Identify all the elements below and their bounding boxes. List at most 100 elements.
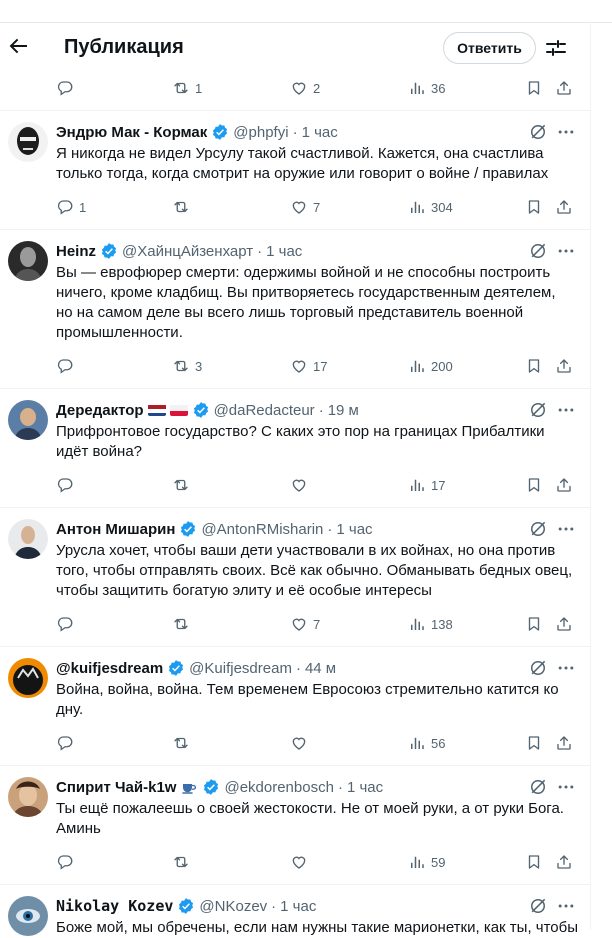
avatar[interactable] xyxy=(8,400,48,440)
author-name[interactable]: Heinz xyxy=(56,243,96,260)
author-name[interactable]: Спирит Чай-k1w xyxy=(56,779,176,796)
author-handle[interactable]: @ХайнцАйзенхарт xyxy=(122,243,253,260)
like-action[interactable]: 7 xyxy=(290,612,320,636)
share-action[interactable] xyxy=(555,195,573,219)
divider xyxy=(0,110,590,111)
reply-action[interactable] xyxy=(56,731,79,755)
share-action[interactable] xyxy=(555,612,573,636)
author-handle[interactable]: @Kuifjesdream xyxy=(189,660,292,677)
repost-action[interactable] xyxy=(172,612,195,636)
bookmark-action[interactable] xyxy=(525,76,543,100)
back-arrow-icon[interactable] xyxy=(6,34,30,58)
reply-action[interactable] xyxy=(56,354,79,378)
reply-button[interactable]: Ответить xyxy=(443,32,536,64)
views-action[interactable]: 304 xyxy=(408,195,453,219)
grok-icon[interactable] xyxy=(528,122,548,142)
more-icon[interactable] xyxy=(556,777,576,797)
repost-icon xyxy=(174,737,188,749)
repost-action[interactable] xyxy=(172,731,195,755)
like-action[interactable] xyxy=(290,731,313,755)
reply-action[interactable] xyxy=(56,850,79,874)
author-name[interactable]: Эндрю Мак - Кормак xyxy=(56,124,207,141)
views-action[interactable]: 138 xyxy=(408,612,453,636)
bookmark-action[interactable] xyxy=(525,731,543,755)
views-action[interactable]: 36 xyxy=(408,76,445,100)
repost-icon xyxy=(174,82,188,94)
grok-icon[interactable] xyxy=(528,241,548,261)
bookmark-action[interactable] xyxy=(525,850,543,874)
more-icon[interactable] xyxy=(556,658,576,678)
bookmark-action[interactable] xyxy=(525,473,543,497)
author-name[interactable]: Nikolay Kozev xyxy=(56,897,173,915)
more-icon[interactable] xyxy=(556,122,576,142)
avatar[interactable] xyxy=(8,658,48,698)
share-action[interactable] xyxy=(555,731,573,755)
author-name[interactable]: Антон Мишарин xyxy=(56,521,175,538)
author-name[interactable]: Дередактор xyxy=(56,402,144,419)
share-action[interactable] xyxy=(555,473,573,497)
grok-icon[interactable] xyxy=(528,777,548,797)
repost-action[interactable]: 3 xyxy=(172,354,202,378)
author-handle[interactable]: @phpfyi xyxy=(233,124,288,141)
repost-action[interactable] xyxy=(172,850,195,874)
views-action[interactable]: 200 xyxy=(408,354,453,378)
timestamp[interactable]: 1 час xyxy=(302,124,338,141)
repost-action[interactable] xyxy=(172,195,195,219)
repost-icon xyxy=(174,856,188,868)
separator-dot: · xyxy=(257,242,263,260)
views-count: 36 xyxy=(431,80,446,96)
author-handle[interactable]: @daRedacteur xyxy=(214,402,315,419)
like-action[interactable]: 2 xyxy=(290,76,320,100)
like-action[interactable]: 17 xyxy=(290,354,327,378)
views-action[interactable]: 56 xyxy=(408,731,445,755)
bookmark-action[interactable] xyxy=(525,354,543,378)
grok-icon[interactable] xyxy=(528,400,548,420)
timestamp[interactable]: 1 час xyxy=(336,521,372,538)
author-handle[interactable]: @AntonRMisharin xyxy=(201,521,323,538)
timestamp[interactable]: 19 м xyxy=(328,402,359,419)
tweet-text: Война, война, война. Тем временем Евросо… xyxy=(56,681,559,718)
timestamp[interactable]: 1 час xyxy=(266,243,302,260)
tweet-text: Урусла хочет, чтобы ваши дети участвовал… xyxy=(56,542,573,599)
repost-action[interactable]: 1 xyxy=(172,76,202,100)
like-action[interactable]: 7 xyxy=(290,195,320,219)
views-count: 200 xyxy=(431,358,453,374)
author-handle[interactable]: @NKozev xyxy=(199,898,267,915)
timestamp[interactable]: 1 час xyxy=(347,779,383,796)
more-icon[interactable] xyxy=(556,896,576,916)
reply-action[interactable] xyxy=(56,612,79,636)
reply-action[interactable] xyxy=(56,473,79,497)
separator-dot: · xyxy=(295,659,301,677)
share-action[interactable] xyxy=(555,850,573,874)
grok-icon[interactable] xyxy=(528,658,548,678)
grok-icon[interactable] xyxy=(528,519,548,539)
avatar[interactable] xyxy=(8,777,48,817)
more-icon[interactable] xyxy=(556,400,576,420)
share-action[interactable] xyxy=(555,76,573,100)
timestamp[interactable]: 44 м xyxy=(305,660,336,677)
like-action[interactable] xyxy=(290,473,313,497)
author-name[interactable]: @kuifjesdream xyxy=(56,660,163,677)
bookmark-action[interactable] xyxy=(525,612,543,636)
views-action[interactable]: 59 xyxy=(408,850,445,874)
teacup-icon xyxy=(182,784,197,794)
more-icon[interactable] xyxy=(556,519,576,539)
views-action[interactable]: 17 xyxy=(408,473,445,497)
share-icon xyxy=(557,736,571,750)
repost-count: 1 xyxy=(195,80,203,96)
grok-icon[interactable] xyxy=(528,896,548,916)
avatar[interactable] xyxy=(8,241,48,281)
like-action[interactable] xyxy=(290,850,313,874)
avatar[interactable] xyxy=(8,519,48,559)
repost-action[interactable] xyxy=(172,473,195,497)
share-action[interactable] xyxy=(555,354,573,378)
avatar[interactable] xyxy=(8,122,48,162)
more-icon[interactable] xyxy=(556,241,576,261)
filter-icon[interactable] xyxy=(544,36,568,60)
bookmark-action[interactable] xyxy=(525,195,543,219)
timestamp[interactable]: 1 час xyxy=(280,898,316,915)
reply-action[interactable]: 1 xyxy=(56,195,86,219)
reply-action[interactable] xyxy=(56,76,79,100)
author-handle[interactable]: @ekdorenbosch xyxy=(224,779,333,796)
avatar[interactable] xyxy=(8,896,48,936)
